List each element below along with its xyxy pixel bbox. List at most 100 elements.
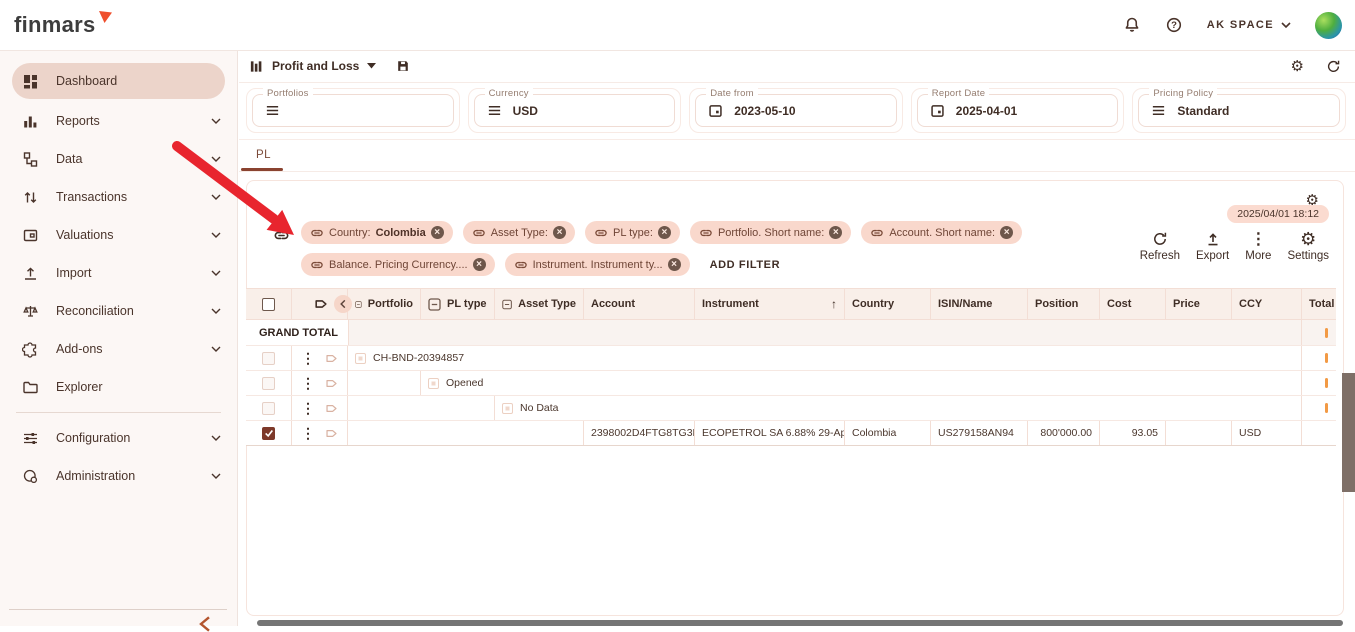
link-icon bbox=[699, 226, 713, 240]
group-toggle-icon[interactable] bbox=[502, 403, 513, 414]
sidebar-item-data[interactable]: Data bbox=[0, 140, 237, 178]
group-row-asset-type[interactable]: ⋮ No Data bbox=[246, 396, 1336, 421]
column-header[interactable]: PL type bbox=[447, 298, 487, 310]
settings-button[interactable]: ⚙ Settings bbox=[1287, 232, 1329, 262]
pricing-policy-input[interactable]: Pricing Policy Standard bbox=[1138, 94, 1340, 127]
chip-instrument-type[interactable]: Instrument. Instrument ty... × bbox=[505, 253, 690, 276]
row-checkbox[interactable] bbox=[262, 352, 275, 365]
row-menu-icon[interactable]: ⋮ bbox=[301, 401, 315, 415]
remove-filter-icon[interactable]: × bbox=[668, 258, 681, 271]
row-checkbox[interactable] bbox=[262, 402, 275, 415]
report-table: Portfolio PL type Asset Type Account Ins… bbox=[246, 288, 1336, 446]
row-checkbox-checked[interactable] bbox=[262, 427, 275, 440]
column-header[interactable]: Position bbox=[1035, 298, 1078, 310]
cell-account: 2398002D4FTG8TG3L... bbox=[584, 421, 695, 445]
tab-pl[interactable]: PL bbox=[256, 149, 271, 161]
sidebar-item-reconciliation[interactable]: Reconciliation bbox=[0, 292, 237, 330]
row-menu-icon[interactable]: ⋮ bbox=[301, 426, 315, 440]
tag-icon[interactable] bbox=[324, 377, 339, 390]
select-all-checkbox[interactable] bbox=[262, 298, 275, 311]
sidebar-item-administration[interactable]: Administration bbox=[0, 457, 237, 495]
sidebar-item-label: Import bbox=[56, 266, 91, 280]
remove-filter-icon[interactable]: × bbox=[473, 258, 486, 271]
help-icon[interactable]: ? bbox=[1165, 16, 1183, 34]
export-button[interactable]: Export bbox=[1196, 231, 1229, 262]
sidebar-item-dashboard[interactable]: Dashboard bbox=[12, 63, 225, 99]
sidebar-item-add-ons[interactable]: Add-ons bbox=[0, 330, 237, 368]
chip-portfolio-short-name[interactable]: Portfolio. Short name: × bbox=[690, 221, 851, 244]
currency-input[interactable]: Currency USD bbox=[474, 94, 676, 127]
workspace-selector[interactable]: AK SPACE bbox=[1207, 19, 1291, 31]
add-filter-button[interactable]: ADD FILTER bbox=[710, 259, 781, 271]
remove-filter-icon[interactable]: × bbox=[829, 226, 842, 239]
chip-label: Portfolio. Short name: bbox=[718, 227, 824, 239]
data-icon bbox=[22, 151, 39, 168]
tag-icon[interactable] bbox=[324, 402, 339, 415]
data-row[interactable]: ⋮ 2398002D4FTG8TG3L... ECOPETROL SA 6.88… bbox=[246, 421, 1336, 446]
remove-filter-icon[interactable]: × bbox=[1000, 226, 1013, 239]
chip-asset-type[interactable]: Asset Type: × bbox=[463, 221, 575, 244]
sidebar-item-import[interactable]: Import bbox=[0, 254, 237, 292]
date-from-input[interactable]: Date from 2023-05-10 bbox=[695, 94, 897, 127]
group-toggle-icon[interactable] bbox=[355, 353, 366, 364]
sidebar-item-explorer[interactable]: Explorer bbox=[0, 368, 237, 406]
sidebar-collapse-chevron-icon[interactable] bbox=[198, 616, 212, 632]
refresh-button[interactable]: Refresh bbox=[1140, 231, 1180, 262]
save-layout-icon[interactable] bbox=[396, 59, 410, 73]
chevron-down-icon bbox=[1281, 22, 1291, 29]
sidebar-item-valuations[interactable]: Valuations bbox=[0, 216, 237, 254]
collapse-groups-button[interactable] bbox=[334, 295, 352, 313]
sidebar-item-reports[interactable]: Reports bbox=[0, 102, 237, 140]
column-header[interactable]: Price bbox=[1173, 298, 1200, 310]
row-menu-icon[interactable]: ⋮ bbox=[301, 376, 315, 390]
dashboard-refresh-icon[interactable] bbox=[1326, 59, 1341, 74]
user-avatar[interactable] bbox=[1315, 12, 1342, 39]
tag-icon[interactable] bbox=[324, 352, 339, 365]
report-type-caret-icon[interactable] bbox=[367, 63, 376, 69]
collapse-column-icon[interactable] bbox=[355, 298, 362, 311]
column-header[interactable]: Country bbox=[852, 298, 894, 310]
column-header[interactable]: Portfolio bbox=[368, 298, 413, 310]
collapse-column-icon[interactable] bbox=[502, 298, 512, 311]
finmars-logo[interactable]: finmars bbox=[14, 10, 113, 40]
sidebar-item-label: Reconciliation bbox=[56, 304, 134, 318]
column-header[interactable]: Account bbox=[591, 298, 635, 310]
column-header[interactable]: Asset Type bbox=[518, 298, 576, 310]
link-icon[interactable] bbox=[273, 227, 290, 244]
vertical-scrollbar-thumb[interactable] bbox=[1342, 373, 1355, 492]
more-button[interactable]: ⋮ More bbox=[1245, 233, 1271, 262]
column-header[interactable]: Cost bbox=[1107, 298, 1131, 310]
gear-icon: ⚙ bbox=[1300, 232, 1316, 247]
collapse-column-icon[interactable] bbox=[428, 298, 441, 311]
filter-card-report-date: Report Date 2025-04-01 bbox=[911, 88, 1125, 133]
column-header[interactable]: CCY bbox=[1239, 298, 1262, 310]
notifications-bell-icon[interactable] bbox=[1123, 16, 1141, 34]
chip-country[interactable]: Country: Colombia × bbox=[301, 221, 453, 244]
horizontal-scrollbar-thumb[interactable] bbox=[257, 620, 1343, 626]
sidebar-item-transactions[interactable]: Transactions bbox=[0, 178, 237, 216]
sidebar-item-configuration[interactable]: Configuration bbox=[0, 419, 237, 457]
remove-filter-icon[interactable]: × bbox=[553, 226, 566, 239]
tag-icon[interactable] bbox=[324, 427, 339, 440]
group-row-portfolio[interactable]: ⋮ CH-BND-20394857 bbox=[246, 346, 1336, 371]
chip-balance-pricing-currency[interactable]: Balance. Pricing Currency.... × bbox=[301, 253, 495, 276]
chip-pl-type[interactable]: PL type: × bbox=[585, 221, 680, 244]
column-header[interactable]: ISIN/Name bbox=[938, 298, 992, 310]
chip-label: PL type: bbox=[613, 227, 653, 239]
row-menu-icon[interactable]: ⋮ bbox=[301, 351, 315, 365]
row-checkbox[interactable] bbox=[262, 377, 275, 390]
column-header[interactable]: Total P&L bbox=[1309, 298, 1336, 310]
column-header[interactable]: Instrument bbox=[702, 298, 759, 310]
remove-filter-icon[interactable]: × bbox=[431, 226, 444, 239]
group-row-pl-type[interactable]: ⋮ Opened bbox=[246, 371, 1336, 396]
report-type-selector[interactable]: Profit and Loss bbox=[272, 59, 359, 73]
remove-filter-icon[interactable]: × bbox=[658, 226, 671, 239]
tag-icon[interactable] bbox=[313, 297, 329, 311]
group-toggle-icon[interactable] bbox=[428, 378, 439, 389]
chip-account-short-name[interactable]: Account. Short name: × bbox=[861, 221, 1022, 244]
refresh-icon bbox=[1152, 231, 1168, 247]
report-date-input[interactable]: Report Date 2025-04-01 bbox=[917, 94, 1119, 127]
sort-ascending-icon[interactable]: ↑ bbox=[831, 297, 837, 311]
portfolios-input[interactable]: Portfolios bbox=[252, 94, 454, 127]
dashboard-settings-gear-icon[interactable]: ⚙ bbox=[1291, 59, 1304, 74]
